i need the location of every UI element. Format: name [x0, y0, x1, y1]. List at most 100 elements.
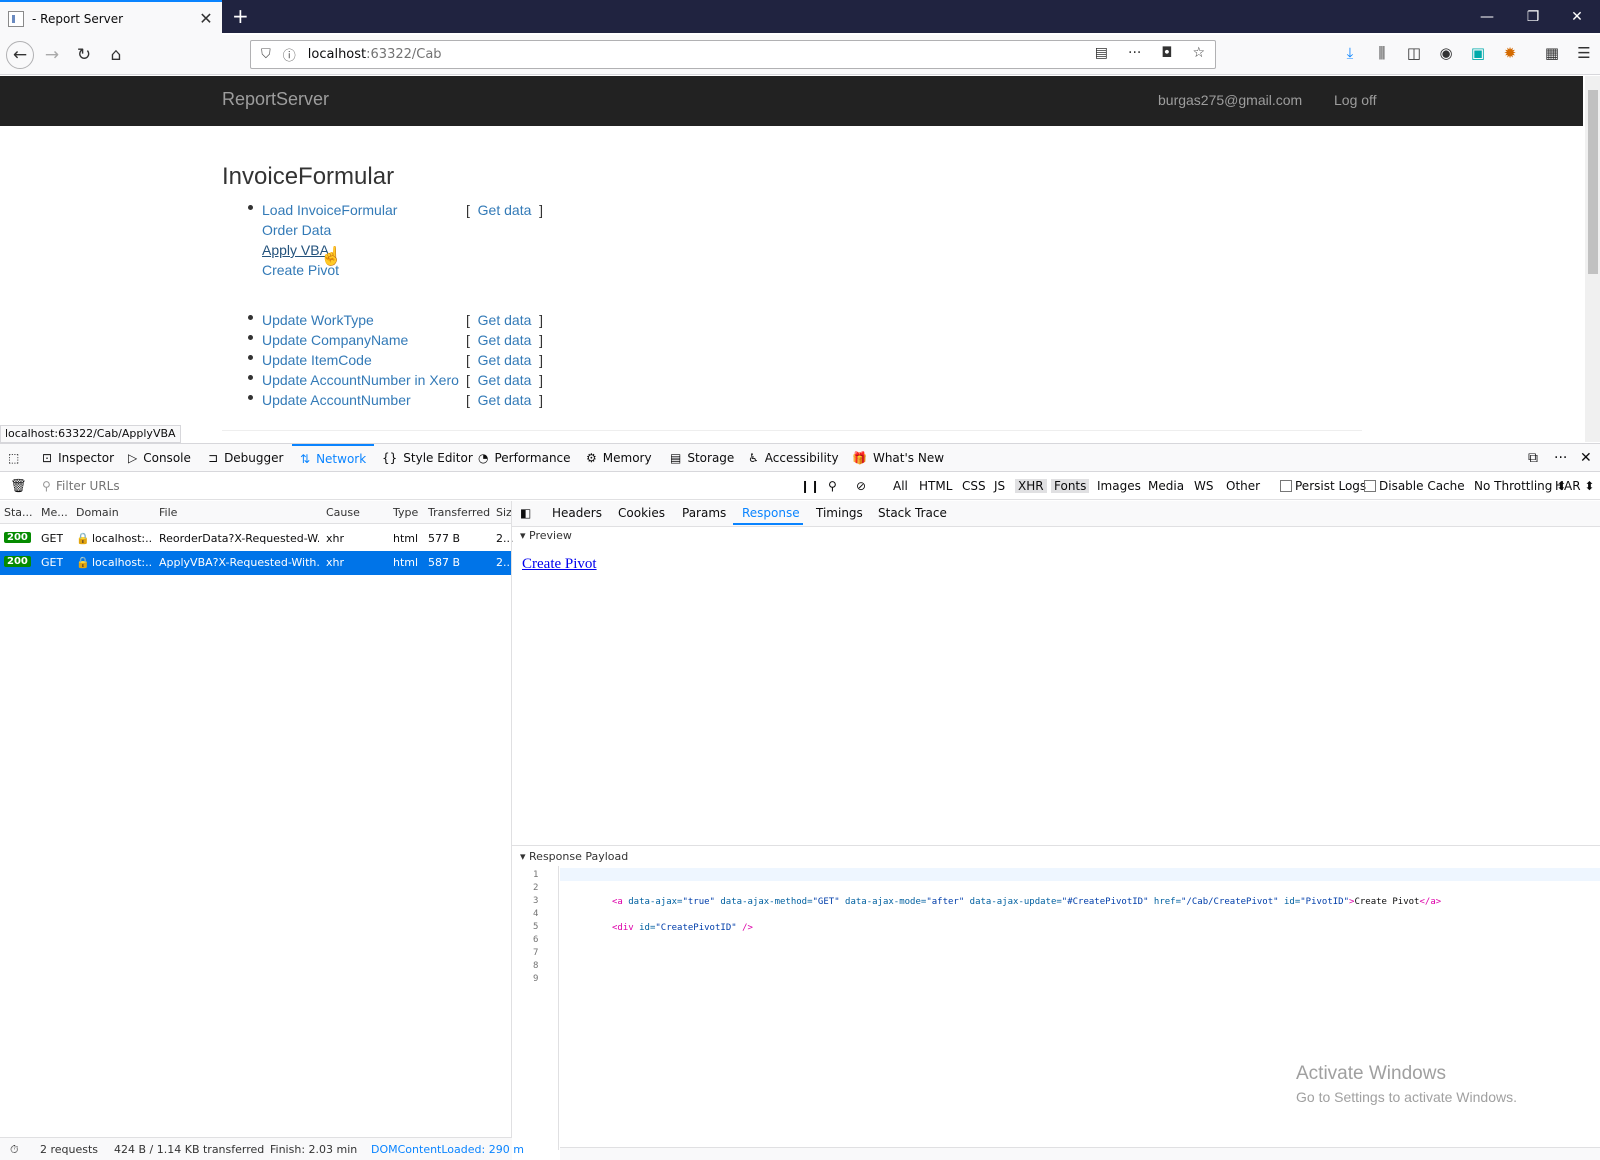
update-itemcode-link[interactable]: Update ItemCode	[262, 352, 372, 368]
get-data-link[interactable]: Get data	[478, 352, 532, 368]
element-picker-icon[interactable]: ⬚	[8, 444, 19, 472]
shield-icon[interactable]: ⛉	[261, 47, 271, 62]
persist-logs-checkbox[interactable]: Persist Logs	[1280, 479, 1366, 493]
col-size[interactable]: Siz	[496, 506, 512, 519]
tab-whats-new[interactable]: 🎁 What's New	[852, 444, 944, 472]
menu-icon[interactable]: ☰	[1574, 44, 1594, 64]
disable-cache-checkbox[interactable]: Disable Cache	[1364, 479, 1465, 493]
filter-html[interactable]: HTML	[919, 479, 952, 493]
network-summary-footer: ⏱ 2 requests 424 B / 1.14 KB transferred…	[0, 1137, 524, 1160]
get-data-link[interactable]: Get data	[478, 332, 532, 348]
update-accountnumber-xero-link[interactable]: Update AccountNumber in Xero	[262, 372, 459, 388]
table-row[interactable]: 200 GET 🔒 localhost:... ReorderData?X-Re…	[0, 527, 514, 551]
filter-urls-input[interactable]	[56, 476, 776, 496]
tab-memory[interactable]: ⚙ Memory	[586, 444, 652, 472]
reload-icon[interactable]: ↻	[70, 41, 98, 69]
tab-stack-trace[interactable]: Stack Trace	[878, 506, 947, 520]
devtools-menu-icon[interactable]: ···	[1554, 444, 1567, 472]
get-data-link[interactable]: Get data	[478, 372, 532, 388]
get-data-link[interactable]: Get data	[478, 392, 532, 408]
filter-images[interactable]: Images	[1097, 479, 1141, 493]
update-accountnumber-link[interactable]: Update AccountNumber	[262, 392, 411, 408]
filter-other[interactable]: Other	[1226, 479, 1260, 493]
throttling-select[interactable]: No Throttling ⬍	[1474, 479, 1566, 493]
reader-view-icon[interactable]: ▤	[1095, 45, 1108, 61]
col-cause[interactable]: Cause	[326, 506, 360, 519]
create-pivot-link[interactable]: Create Pivot	[262, 262, 339, 278]
close-devtools-icon[interactable]: ✕	[1580, 444, 1592, 472]
forward-icon[interactable]: →	[38, 41, 66, 69]
tab-style-editor[interactable]: {} Style Editor	[382, 444, 473, 472]
apply-vba-link[interactable]: Apply VBA	[262, 242, 329, 258]
col-method[interactable]: Me...	[41, 506, 68, 519]
filter-ws[interactable]: WS	[1194, 479, 1213, 493]
home-icon[interactable]: ⌂	[102, 41, 130, 69]
browser-tab[interactable]: - Report Server ✕	[0, 0, 222, 35]
toggle-sidebar-icon[interactable]: ◧	[520, 506, 531, 520]
har-menu[interactable]: HAR ⬍	[1555, 479, 1594, 493]
tab-accessibility[interactable]: ♿ Accessibility	[748, 444, 839, 472]
tab-debugger[interactable]: ⊐ Debugger	[208, 444, 283, 472]
info-icon[interactable]: ⓘ	[283, 45, 296, 64]
table-row[interactable]: 200 GET 🔒 localhost:... ApplyVBA?X-Reque…	[0, 551, 514, 575]
pocket-icon[interactable]: ◘	[1161, 45, 1172, 61]
dock-icon[interactable]: ⧉	[1528, 444, 1538, 472]
back-icon[interactable]: ←	[6, 41, 34, 69]
block-icon[interactable]: ⊘	[856, 479, 866, 493]
page-actions-icon[interactable]: ···	[1128, 45, 1141, 61]
payload-horizontal-scrollbar[interactable]	[560, 1147, 1600, 1160]
account-icon[interactable]: ◉	[1436, 44, 1456, 64]
tab-console[interactable]: ▷ Console	[128, 444, 191, 472]
tab-response[interactable]: Response	[742, 506, 800, 520]
url-bar[interactable]: ⛉ ⓘ localhost:63322/Cab ▤ ··· ◘ ☆	[250, 40, 1216, 69]
extensions-grid-icon[interactable]: ▦	[1542, 44, 1562, 64]
extension-save-icon[interactable]: ▣	[1468, 44, 1488, 64]
site-brand[interactable]: ReportServer	[222, 89, 329, 110]
filter-css[interactable]: CSS	[962, 479, 986, 493]
col-status[interactable]: Sta...	[4, 506, 33, 519]
preview-create-pivot-link[interactable]: Create Pivot	[522, 556, 597, 573]
get-data-link[interactable]: Get data	[478, 312, 532, 328]
extension-icon[interactable]: ✹	[1500, 44, 1520, 64]
search-icon[interactable]: ⚲	[828, 479, 837, 493]
logoff-link[interactable]: Log off	[1334, 92, 1377, 108]
col-type[interactable]: Type	[393, 506, 418, 519]
load-invoiceformular-link[interactable]: Load InvoiceFormular	[262, 202, 397, 218]
tab-inspector[interactable]: ⊡ Inspector	[42, 444, 114, 472]
filter-xhr[interactable]: XHR	[1015, 479, 1047, 493]
col-domain[interactable]: Domain	[76, 506, 119, 519]
tab-performance[interactable]: ◔ Performance	[478, 444, 571, 472]
sidebar-icon[interactable]: ◫	[1404, 44, 1424, 64]
response-payload-header[interactable]: ▾ Response Payload	[512, 845, 1600, 865]
update-worktype-link[interactable]: Update WorkType	[262, 312, 374, 328]
pause-icon[interactable]: ❙❙	[800, 479, 820, 493]
tab-headers[interactable]: Headers	[552, 506, 602, 520]
user-email-link[interactable]: burgas275@gmail.com	[1158, 92, 1302, 108]
tab-network[interactable]: ⇅ Network	[292, 444, 375, 472]
close-window-button[interactable]: ✕	[1554, 0, 1600, 33]
trash-icon[interactable]: 🗑	[10, 479, 27, 494]
minimize-button[interactable]: —	[1464, 0, 1510, 33]
filter-media[interactable]: Media	[1148, 479, 1184, 493]
tab-cookies[interactable]: Cookies	[618, 506, 665, 520]
line-number-gutter: 1 2 3 4 5 6 7 8 9	[512, 866, 559, 1150]
order-data-link[interactable]: Order Data	[262, 222, 331, 238]
filter-fonts[interactable]: Fonts	[1051, 479, 1090, 493]
tab-timings[interactable]: Timings	[816, 506, 863, 520]
close-tab-icon[interactable]: ✕	[198, 9, 214, 28]
filter-all[interactable]: All	[893, 479, 908, 493]
filter-js[interactable]: JS	[994, 479, 1005, 493]
bookmark-star-icon[interactable]: ☆	[1192, 45, 1205, 61]
col-transferred[interactable]: Transferred	[428, 506, 490, 519]
tab-params[interactable]: Params	[682, 506, 726, 520]
preview-section-header[interactable]: ▾ Preview	[512, 529, 572, 542]
downloads-icon[interactable]: ⤓	[1340, 44, 1360, 64]
tab-storage[interactable]: ▤ Storage	[670, 444, 734, 472]
restore-button[interactable]: ❐	[1510, 0, 1556, 33]
update-companyname-link[interactable]: Update CompanyName	[262, 332, 408, 348]
page-scrollbar-thumb[interactable]	[1588, 90, 1598, 274]
col-file[interactable]: File	[159, 506, 177, 519]
get-data-link[interactable]: Get data	[478, 202, 532, 218]
library-icon[interactable]: ⫼	[1372, 44, 1392, 64]
new-tab-button[interactable]: +	[232, 4, 249, 28]
